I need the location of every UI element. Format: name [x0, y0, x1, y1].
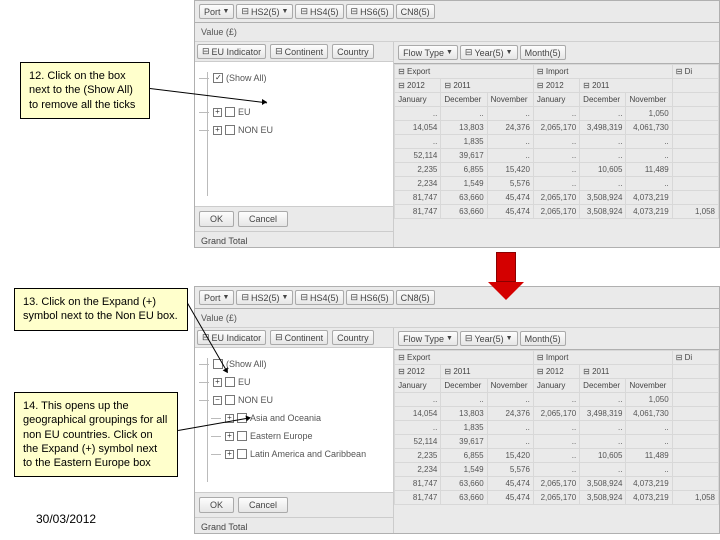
cn8-filter[interactable]: CN8(5): [396, 4, 435, 19]
plus-icon[interactable]: +: [213, 108, 222, 117]
table-row: 81,74763,66045,4742,065,1703,508,9244,07…: [395, 191, 719, 205]
plus-icon[interactable]: +: [225, 450, 234, 459]
hs2-filter[interactable]: ⊟HS2(5) ▼: [236, 290, 293, 305]
flow-type-filter[interactable]: Flow Type ▼: [398, 45, 458, 60]
callout-14: 14. This opens up the geographical group…: [14, 392, 178, 477]
value-label: Value (£): [195, 309, 719, 328]
panel2-left: ⊟EU Indicator ⊟Continent Country (Show A…: [195, 328, 394, 534]
panel2-tree-footer: OK Cancel: [195, 492, 393, 517]
minus-icon[interactable]: −: [213, 396, 222, 405]
hs2-filter[interactable]: ⊟HS2(5) ▼: [236, 4, 293, 19]
panel-1: Port ▼ ⊟HS2(5) ▼ ⊟HS4(5) ⊟HS6(5) CN8(5) …: [194, 0, 720, 248]
arrow-head-12: [262, 99, 267, 105]
year-filter[interactable]: ⊟Year(5) ▼: [460, 331, 518, 346]
table-row: 14,05413,80324,3762,065,1703,498,3194,06…: [395, 121, 719, 135]
hs4-filter[interactable]: ⊟HS4(5): [295, 290, 343, 305]
grand-total-label: Grand Total: [195, 517, 393, 534]
panel1-tree: (Show All) +EU +NON EU: [195, 62, 393, 206]
panel1-tree-footer: OK Cancel: [195, 206, 393, 231]
grand-total-label: Grand Total: [195, 231, 393, 248]
port-filter[interactable]: Port ▼: [199, 4, 234, 19]
callout-13: 13. Click on the Expand (+) symbol next …: [14, 288, 188, 331]
hs6-filter[interactable]: ⊟HS6(5): [346, 4, 394, 19]
tree-eastern-europe[interactable]: +Eastern Europe: [225, 428, 389, 444]
panel1-right: Flow Type ▼ ⊟Year(5) ▼ Month(5) ⊟ Export…: [394, 42, 719, 248]
plus-icon[interactable]: +: [213, 126, 222, 135]
table-row: ..1,835........: [395, 421, 719, 435]
panel1-rows: ..........1,05014,05413,80324,3762,065,1…: [395, 107, 719, 219]
table-row: 81,74763,66045,4742,065,1703,508,9244,07…: [395, 205, 719, 219]
chevron-down-icon: ▼: [223, 8, 230, 15]
hs4-filter[interactable]: ⊟HS4(5): [295, 4, 343, 19]
port-filter[interactable]: Port ▼: [199, 290, 234, 305]
tree-non-eu[interactable]: −NON EU: [213, 392, 389, 408]
month-filter[interactable]: Month(5): [520, 331, 566, 346]
table-row: ..1,835........: [395, 135, 719, 149]
tree-eu[interactable]: +EU: [213, 374, 389, 390]
cancel-button[interactable]: Cancel: [238, 497, 288, 513]
plus-icon[interactable]: +: [225, 432, 234, 441]
value-label: Value (£): [195, 23, 719, 42]
hs6-filter[interactable]: ⊟HS6(5): [346, 290, 394, 305]
panel1-left: ⊟EU Indicator ⊟Continent Country (Show A…: [195, 42, 394, 248]
callout-12: 12. Click on the box next to the (Show A…: [20, 62, 150, 119]
tree-non-eu[interactable]: +NON EU: [213, 122, 389, 138]
table-row: 2,2356,85515,420..10,60511,489: [395, 449, 719, 463]
panel2-rows: ..........1,05014,05413,80324,3762,065,1…: [395, 393, 719, 505]
panel-2: Port ▼ ⊟HS2(5) ▼ ⊟HS4(5) ⊟HS6(5) CN8(5) …: [194, 286, 720, 534]
plus-icon[interactable]: +: [213, 378, 222, 387]
table-row: 14,05413,80324,3762,065,1703,498,3194,06…: [395, 407, 719, 421]
table-row: 81,74763,66045,4742,065,1703,508,9244,07…: [395, 477, 719, 491]
ok-button[interactable]: OK: [199, 211, 234, 227]
table-row: 52,11439,617........: [395, 149, 719, 163]
table-row: 81,74763,66045,4742,065,1703,508,9244,07…: [395, 491, 719, 505]
tree-latin-america[interactable]: +Latin America and Caribbean: [225, 446, 389, 462]
cancel-button[interactable]: Cancel: [238, 211, 288, 227]
page-date: 30/03/2012: [36, 512, 96, 526]
continent-header[interactable]: ⊟Continent: [270, 44, 328, 59]
month-filter[interactable]: Month(5): [520, 45, 566, 60]
red-down-arrow: [496, 252, 524, 300]
tree-show-all[interactable]: (Show All): [213, 356, 389, 372]
table-row: 2,2341,5495,576......: [395, 463, 719, 477]
table-row: ..........1,050: [395, 393, 719, 407]
tree-show-all[interactable]: (Show All): [213, 70, 389, 86]
table-row: ..........1,050: [395, 107, 719, 121]
panel2-right: Flow Type ▼ ⊟Year(5) ▼ Month(5) ⊟ Export…: [394, 328, 719, 534]
table-row: 52,11439,617........: [395, 435, 719, 449]
panel1-toolbar: Port ▼ ⊟HS2(5) ▼ ⊟HS4(5) ⊟HS6(5) CN8(5): [195, 1, 719, 23]
arrow-head-14: [246, 415, 252, 422]
panel2-table: ⊟ Export⊟ Import⊟ Di ⊟ 2012⊟ 2011⊟ 2012⊟…: [394, 350, 719, 505]
eu-indicator-header[interactable]: ⊟EU Indicator: [197, 44, 266, 59]
panel1-table: ⊟ Export⊟ Import⊟ Di ⊟ 2012⊟ 2011⊟ 2012⊟…: [394, 64, 719, 219]
ok-button[interactable]: OK: [199, 497, 234, 513]
table-row: 2,2356,85515,420..10,60511,489: [395, 163, 719, 177]
year-filter[interactable]: ⊟Year(5) ▼: [460, 45, 518, 60]
flow-type-filter[interactable]: Flow Type ▼: [398, 331, 458, 346]
table-row: 2,2341,5495,576......: [395, 177, 719, 191]
tree-eu[interactable]: +EU: [213, 104, 389, 120]
cn8-filter[interactable]: CN8(5): [396, 290, 435, 305]
country-header[interactable]: Country: [332, 330, 374, 345]
continent-header[interactable]: ⊟Continent: [270, 330, 328, 345]
panel2-toolbar: Port ▼ ⊟HS2(5) ▼ ⊟HS4(5) ⊟HS6(5) CN8(5): [195, 287, 719, 309]
country-header[interactable]: Country: [332, 44, 374, 59]
